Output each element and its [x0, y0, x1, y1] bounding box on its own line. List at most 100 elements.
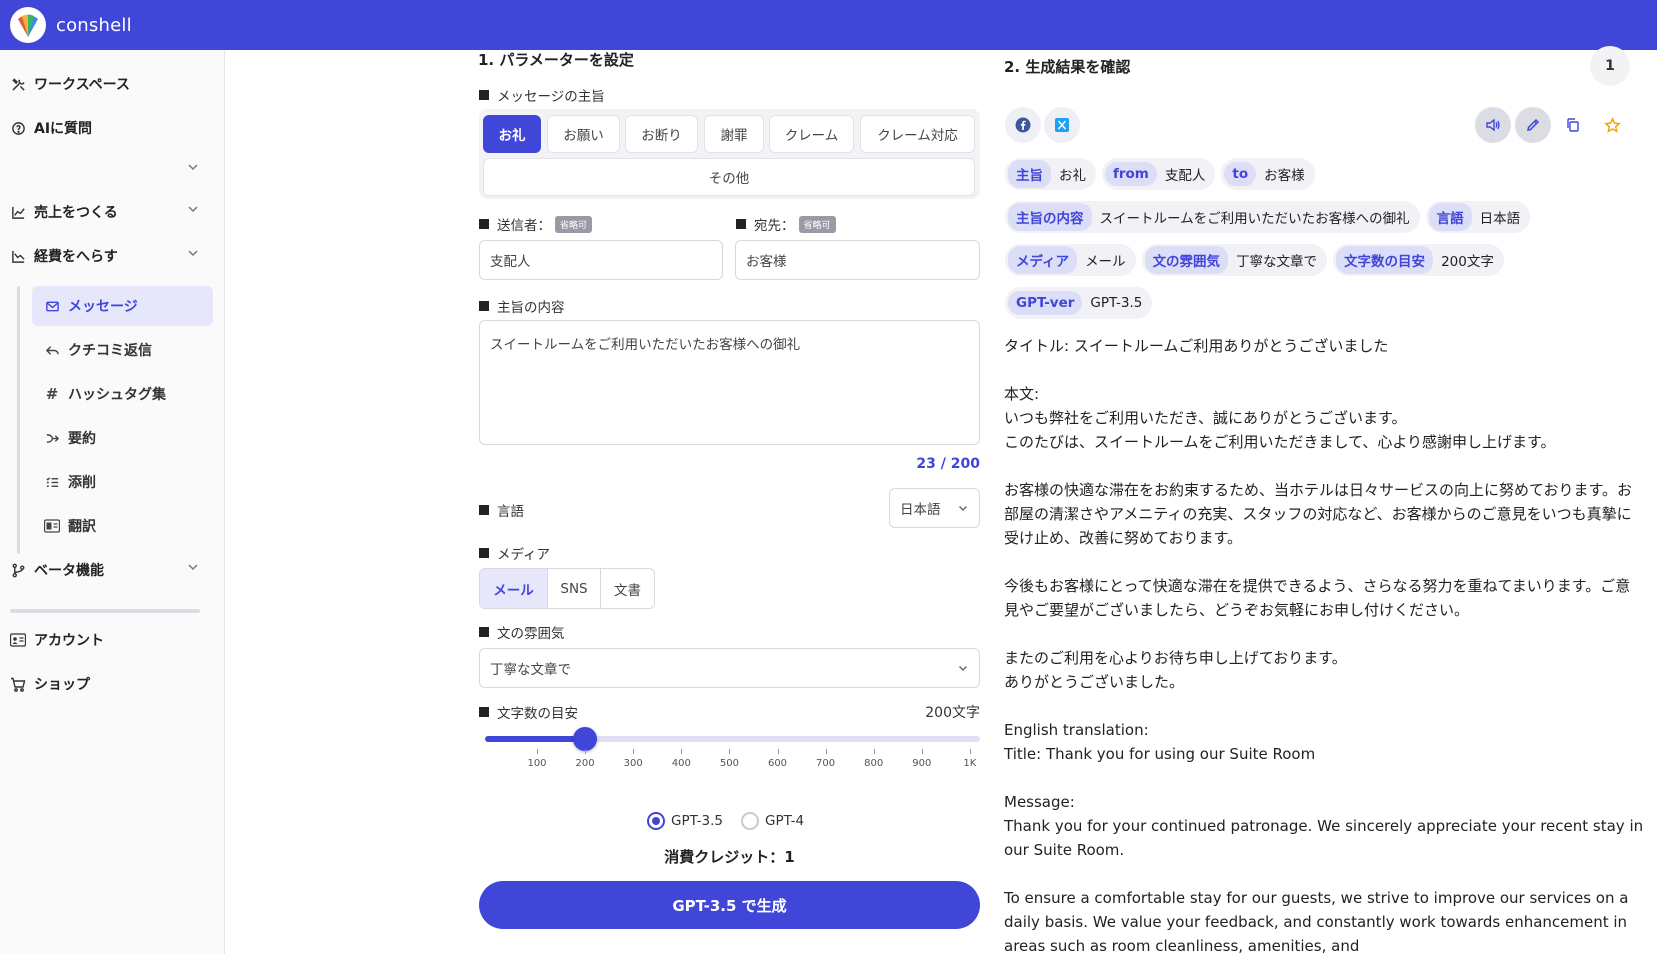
model-option-gpt4[interactable]: GPT-4 — [741, 812, 804, 830]
purpose-option-complaint[interactable]: クレーム — [769, 115, 854, 153]
app-header: conshell — [0, 0, 1657, 50]
length-label: 文字数の目安 — [479, 702, 578, 722]
sidebar-item-cost[interactable]: 経費をへらす — [10, 246, 118, 266]
copy-button[interactable] — [1555, 107, 1591, 143]
sidebar-item-shop[interactable]: ショップ — [10, 674, 90, 694]
sender-input[interactable]: 支配人 — [479, 240, 723, 280]
generate-button[interactable]: GPT-3.5 で生成 — [479, 881, 980, 929]
sidebar-subitem-review-reply[interactable]: クチコミ返信 — [44, 340, 152, 360]
purpose-option-complaint-response[interactable]: クレーム対応 — [860, 115, 975, 153]
slider-tick — [633, 749, 635, 754]
sidebar-subitem-hashtags[interactable]: # ハッシュタグ集 — [44, 384, 166, 404]
tag-content: 主旨の内容 スイートルームをご利用いただいたお客様への御礼 — [1005, 201, 1420, 233]
tag-language: 言語 日本語 — [1425, 201, 1531, 233]
slider-tick-label: 1K — [963, 758, 977, 769]
tag-row-3: メディア メール 文の雰囲気 丁寧な文章で 文字数の目安 200文字 — [1005, 244, 1510, 276]
merge-arrow-icon — [44, 430, 60, 446]
purpose-label-text: メッセージの主旨 — [497, 89, 605, 105]
reply-icon — [44, 342, 60, 358]
chevron-down-icon[interactable] — [186, 560, 200, 574]
result-page-number[interactable]: 1 — [1590, 46, 1630, 86]
tag-row-2: 主旨の内容 スイートルームをご利用いただいたお客様への御礼 言語 日本語 — [1005, 201, 1536, 233]
tone-select[interactable]: 丁寧な文章で — [479, 648, 980, 688]
sidebar-item-label: 経費をへらす — [34, 249, 118, 265]
chevron-up-icon[interactable] — [186, 246, 200, 260]
tag-value: お礼 — [1059, 168, 1086, 184]
radio-unselected[interactable] — [741, 812, 759, 830]
app-name: conshell — [56, 14, 132, 36]
recipient-input[interactable]: お客様 — [735, 240, 980, 280]
recipient-label: 宛先： 省略可 — [736, 214, 836, 234]
media-option-document[interactable]: 文書 — [601, 569, 654, 608]
read-aloud-button[interactable] — [1475, 107, 1511, 143]
purpose-option-request[interactable]: お願い — [547, 115, 620, 153]
bullet-square — [479, 707, 489, 717]
sidebar-item-label: ワークスペース — [34, 77, 130, 93]
chevron-down-icon[interactable] — [186, 202, 200, 216]
optional-badge: 省略可 — [798, 215, 836, 233]
content-textarea[interactable]: スイートルームをご利用いただいたお客様への御礼 — [479, 320, 980, 445]
slider-tick — [681, 749, 683, 754]
tone-select-value: 丁寧な文章で — [490, 662, 571, 678]
list-check-icon — [44, 474, 60, 490]
copy-icon — [1567, 118, 1579, 132]
length-label-text: 文字数の目安 — [497, 706, 578, 722]
model-option-gpt35[interactable]: GPT-3.5 — [647, 812, 723, 830]
slider-tick — [585, 749, 587, 754]
sidebar-subitem-correction[interactable]: 添削 — [44, 472, 96, 492]
model-label: GPT-3.5 — [671, 813, 723, 829]
edit-button[interactable] — [1515, 107, 1551, 143]
length-slider-thumb[interactable] — [573, 727, 598, 751]
sidebar-subitem-message[interactable]: メッセージ — [44, 296, 138, 316]
slider-tick — [825, 749, 827, 754]
sidebar-subitem-summary[interactable]: 要約 — [44, 428, 96, 448]
bullet-square — [479, 505, 489, 515]
purpose-option-other[interactable]: その他 — [483, 158, 975, 196]
language-select[interactable]: 日本語 — [889, 488, 980, 528]
sidebar-item-workspace[interactable]: ワークスペース — [10, 74, 130, 94]
bullet-square — [479, 90, 489, 100]
purpose-option-refuse[interactable]: お断り — [625, 115, 698, 153]
chevron-down-icon[interactable] — [186, 160, 200, 174]
tag-tone: 文の雰囲気 丁寧な文章で — [1141, 244, 1328, 276]
sidebar-subitem-translate[interactable]: 翻訳 — [44, 516, 96, 536]
media-label-text: メディア — [497, 547, 551, 563]
sidebar-subitem-label: ハッシュタグ集 — [68, 387, 166, 403]
tag-value: スイートルームをご利用いただいたお客様への御礼 — [1099, 211, 1410, 227]
tag-key: 言語 — [1428, 203, 1472, 231]
sidebar-item-account[interactable]: アカウント — [10, 630, 104, 650]
sidebar-item-label: 売上をつくる — [34, 205, 118, 221]
app-logo[interactable] — [10, 7, 46, 43]
purpose-label: メッセージの主旨 — [479, 85, 605, 105]
radio-selected[interactable] — [647, 812, 665, 830]
tools-icon — [10, 76, 26, 92]
length-slider-track[interactable] — [485, 727, 980, 751]
media-option-mail[interactable]: メール — [480, 569, 548, 608]
bullet-square — [479, 219, 489, 229]
optional-badge: 省略可 — [555, 215, 593, 233]
tag-value: お客様 — [1264, 168, 1305, 184]
tag-value: 支配人 — [1164, 168, 1206, 184]
slider-tick-label: 600 — [767, 758, 788, 769]
tag-from: from 支配人 — [1102, 158, 1216, 190]
sidebar-item-label: アカウント — [34, 633, 104, 649]
media-option-sns[interactable]: SNS — [548, 569, 601, 608]
x-share-button[interactable] — [1044, 107, 1080, 143]
speaker-icon — [1486, 118, 1500, 132]
tag-key: 文字数の目安 — [1336, 246, 1434, 274]
purpose-option-apology[interactable]: 謝罪 — [704, 115, 764, 153]
tag-key: GPT-ver — [1008, 291, 1083, 315]
facebook-share-button[interactable] — [1005, 107, 1041, 143]
sidebar-item-ask-ai[interactable]: AIに質問 — [10, 118, 92, 138]
purpose-option-thanks[interactable]: お礼 — [483, 115, 541, 153]
chevron-down-icon — [959, 506, 967, 511]
sidebar-subitem-label: クチコミ返信 — [68, 343, 152, 359]
slider-tick — [729, 749, 731, 754]
sidebar-item-sales[interactable]: 売上をつくる — [10, 202, 118, 222]
mail-icon — [44, 298, 60, 314]
tag-value: GPT-3.5 — [1090, 295, 1143, 311]
length-value: 200文字 — [925, 705, 980, 721]
translate-icon — [44, 518, 60, 534]
favorite-button[interactable] — [1594, 107, 1630, 143]
sidebar-item-beta[interactable]: ベータ機能 — [10, 560, 104, 580]
